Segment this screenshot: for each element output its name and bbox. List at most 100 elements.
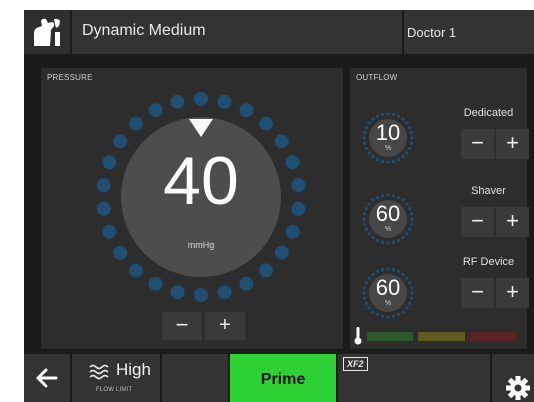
- pressure-value: 40: [163, 143, 239, 219]
- gauge-dot: [386, 112, 390, 116]
- rf-device-unit: %: [384, 300, 392, 307]
- dedicated-value: 10: [375, 120, 401, 145]
- pressure-dot: [217, 285, 232, 300]
- gear-icon: [506, 376, 530, 400]
- pressure-dot: [170, 94, 185, 109]
- shaver-increase-button[interactable]: +: [496, 207, 529, 237]
- gauge-dot: [396, 269, 400, 273]
- gauge-dot: [376, 313, 380, 317]
- rf-device-label: RF Device: [462, 256, 515, 268]
- temperature-segment-yellow: [418, 332, 465, 341]
- header-bar: Dynamic Medium Doctor 1: [24, 10, 534, 54]
- footer-bar: High FLOW LIMIT Prime XF2: [24, 354, 534, 402]
- dedicated-unit: %: [384, 145, 392, 152]
- gauge-dot: [391, 159, 395, 163]
- gauge-dot: [376, 158, 380, 162]
- pressure-dot: [194, 288, 208, 302]
- pressure-dot: [194, 92, 208, 106]
- pressure-dot: [170, 285, 185, 300]
- dedicated-gauge: 10 %: [360, 110, 416, 166]
- knee-joint-icon: [34, 18, 60, 46]
- pressure-dot: [129, 116, 143, 131]
- prime-button[interactable]: Prime: [230, 354, 336, 402]
- pressure-dot: [239, 103, 254, 118]
- gauge-dot: [381, 159, 385, 163]
- gauge-dot: [371, 310, 375, 314]
- shaver-decrease-button[interactable]: −: [461, 207, 494, 237]
- gauge-dot: [391, 314, 395, 318]
- gauge-dot: [396, 313, 400, 317]
- mode-label: Dynamic Medium: [82, 22, 206, 39]
- xf2-panel: XF2: [338, 354, 490, 402]
- rf-device-gauge: 60 %: [360, 265, 416, 321]
- pressure-dot: [148, 103, 163, 118]
- back-button[interactable]: [24, 354, 70, 402]
- pressure-decrease-button[interactable]: −: [162, 312, 202, 340]
- gauge-dot: [396, 158, 400, 162]
- waves-icon: [89, 364, 109, 380]
- gauge-dot: [371, 236, 375, 240]
- doctor-label: Doctor 1: [407, 25, 457, 40]
- gauge-dot: [386, 193, 390, 197]
- gauge-dot: [376, 239, 380, 243]
- shaver-value: 60: [375, 201, 401, 226]
- dedicated-label: Dedicated: [463, 107, 514, 119]
- gauge-dot: [386, 241, 390, 245]
- gauge-dot: [401, 236, 405, 240]
- app-screen: Dynamic Medium Doctor 1 PRESSURE 40 mmHg…: [24, 10, 534, 402]
- thermometer-icon: [354, 327, 362, 345]
- flow-limit-label: FLOW LIMIT: [96, 387, 133, 393]
- gauge-dot: [381, 194, 385, 198]
- pressure-dot: [259, 263, 273, 278]
- gauge-dot: [376, 195, 380, 199]
- gauge-dot: [391, 194, 395, 198]
- gauge-dot: [386, 160, 390, 164]
- gauge-dot: [396, 239, 400, 243]
- doctor-selector[interactable]: Doctor 1: [404, 10, 534, 54]
- pressure-dot: [259, 116, 273, 131]
- outflow-panel: OUTFLOW 10 % Dedicated − + 60 % Shaver −…: [350, 68, 529, 349]
- gauge-dot: [376, 114, 380, 118]
- rf-device-increase-button[interactable]: +: [496, 278, 529, 308]
- rf-device-value: 60: [375, 275, 401, 300]
- pressure-increase-button[interactable]: +: [205, 312, 245, 340]
- temperature-segment-green: [367, 332, 413, 341]
- gauge-dot: [381, 240, 385, 244]
- logo: [24, 10, 70, 54]
- pressure-dot: [148, 276, 163, 291]
- dedicated-increase-button[interactable]: +: [496, 129, 529, 159]
- flow-limit-button[interactable]: High FLOW LIMIT: [72, 354, 160, 402]
- gauge-dot: [381, 113, 385, 117]
- pressure-dot: [217, 94, 232, 109]
- gauge-dot: [391, 268, 395, 272]
- shaver-gauge: 60 %: [360, 191, 416, 247]
- pressure-panel: PRESSURE 40 mmHg − +: [41, 68, 343, 349]
- shaver-label: Shaver: [471, 185, 506, 197]
- xf2-badge: XF2: [343, 357, 368, 371]
- gauge-dot: [381, 314, 385, 318]
- gauge-dot: [391, 113, 395, 117]
- shaver-unit: %: [384, 226, 392, 233]
- gauge-dot: [401, 155, 405, 159]
- gauge-dot: [396, 114, 400, 118]
- gauge-dot: [386, 267, 390, 271]
- gauge-dot: [376, 269, 380, 273]
- mode-selector[interactable]: Dynamic Medium: [72, 10, 402, 54]
- gauge-dot: [386, 315, 390, 319]
- gauge-dot: [396, 195, 400, 199]
- pressure-dot: [129, 263, 143, 278]
- temperature-segment-red: [470, 332, 517, 341]
- pressure-unit: mmHg: [187, 240, 215, 250]
- flow-limit-value: High: [116, 360, 151, 379]
- gauge-dot: [381, 268, 385, 272]
- footer-spacer: [162, 354, 228, 402]
- pressure-title: PRESSURE: [47, 73, 93, 82]
- gauge-dot: [371, 155, 375, 159]
- dedicated-decrease-button[interactable]: −: [461, 129, 494, 159]
- pressure-dot: [102, 224, 117, 239]
- arrow-left-icon: [36, 368, 58, 388]
- settings-button[interactable]: [492, 354, 534, 402]
- pressure-dot: [285, 224, 300, 239]
- rf-device-decrease-button[interactable]: −: [461, 278, 494, 308]
- gauge-dot: [401, 310, 405, 314]
